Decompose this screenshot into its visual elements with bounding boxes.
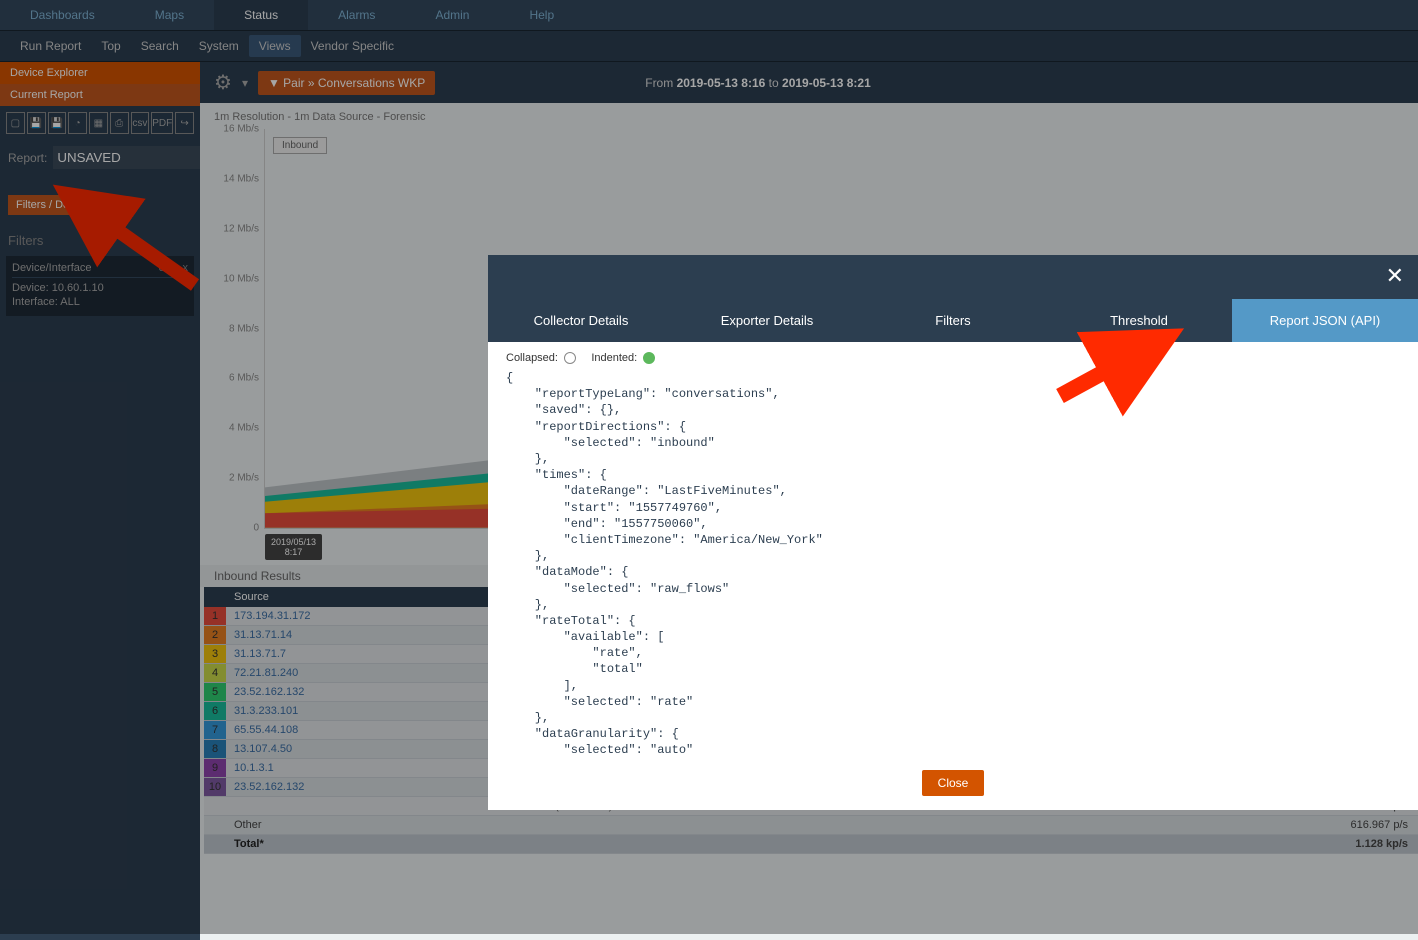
close-button[interactable]: Close (922, 770, 985, 796)
tab-filters[interactable]: Filters (860, 299, 1046, 342)
indented-toggle[interactable] (643, 352, 655, 364)
tab-exporter-details[interactable]: Exporter Details (674, 299, 860, 342)
close-icon[interactable]: ✕ (1386, 263, 1404, 289)
indented-label: Indented: (591, 352, 637, 364)
details-modal: ✕ Collector Details Exporter Details Fil… (488, 255, 1418, 810)
json-output[interactable]: { "reportTypeLang": "conversations", "sa… (506, 370, 1400, 759)
modal-tabs: Collector Details Exporter Details Filte… (488, 299, 1418, 342)
collapsed-toggle[interactable] (564, 352, 576, 364)
collapsed-label: Collapsed: (506, 352, 558, 364)
tab-collector-details[interactable]: Collector Details (488, 299, 674, 342)
tab-report-json-api[interactable]: Report JSON (API) (1232, 299, 1418, 342)
tab-threshold[interactable]: Threshold (1046, 299, 1232, 342)
